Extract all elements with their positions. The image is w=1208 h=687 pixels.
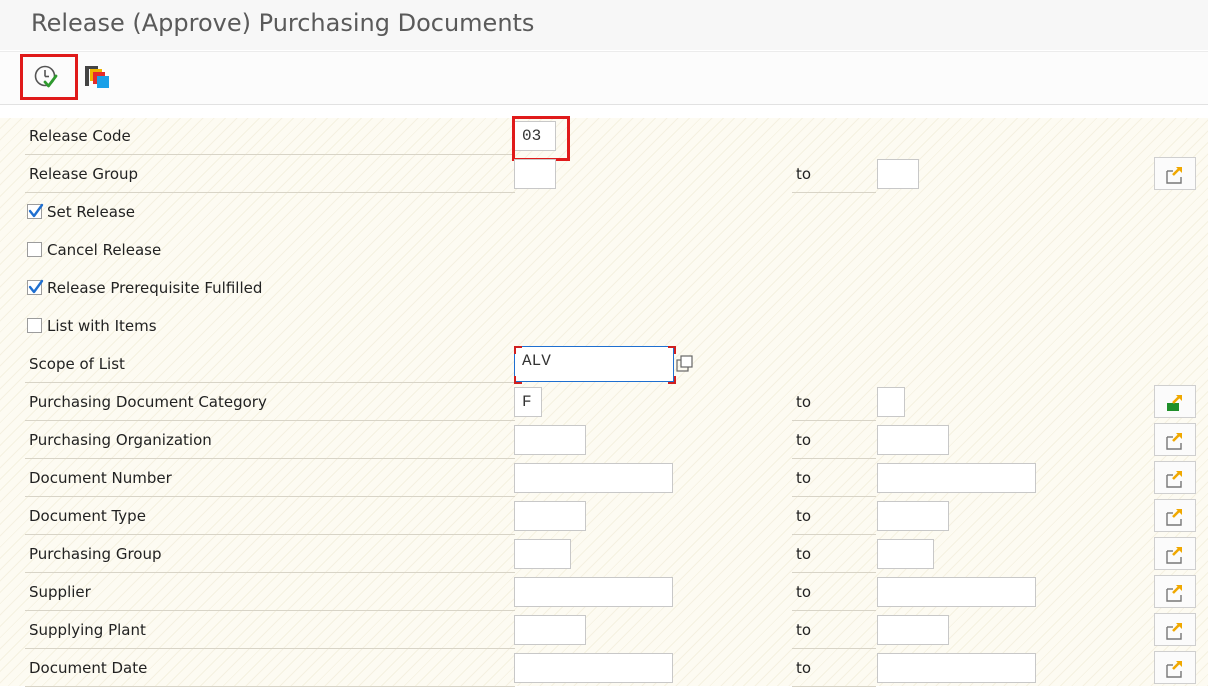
scope-of-list-field[interactable]: ALV	[514, 346, 674, 382]
doc-number-multiple-selection-button[interactable]	[1154, 461, 1196, 494]
to-label: to	[796, 659, 812, 677]
focus-corner	[514, 346, 522, 354]
purch-group-from-field[interactable]	[514, 539, 571, 569]
list-with-items-checkbox[interactable]	[27, 318, 42, 333]
purch-group-to-field[interactable]	[877, 539, 934, 569]
doc-type-from-field[interactable]	[514, 501, 586, 531]
doc-number-label: Document Number	[29, 469, 172, 487]
execute-clock-check-icon	[34, 65, 58, 88]
row-list-with-items: List with Items	[0, 307, 1208, 345]
row-doc-date: Document Date to	[0, 649, 1208, 687]
row-release-code: Release Code 03	[0, 117, 1208, 155]
toolbar	[0, 51, 1208, 105]
to-label: to	[796, 507, 812, 525]
variant-button[interactable]	[82, 60, 118, 96]
supplier-multiple-selection-button[interactable]	[1154, 575, 1196, 608]
to-label: to	[796, 469, 812, 487]
supplying-plant-multiple-selection-button[interactable]	[1154, 613, 1196, 646]
scope-of-list-value-help-button[interactable]	[676, 355, 694, 373]
cancel-release-label: Cancel Release	[47, 241, 162, 259]
row-purch-org: Purchasing Organization to	[0, 421, 1208, 459]
release-group-to-field[interactable]	[877, 159, 919, 189]
multiple-selection-icon	[1166, 661, 1182, 678]
doc-date-to-field[interactable]	[877, 653, 1036, 683]
row-purch-group: Purchasing Group to	[0, 535, 1208, 573]
multiple-selection-icon	[1166, 585, 1182, 602]
purch-org-from-field[interactable]	[514, 425, 586, 455]
doc-type-to-field[interactable]	[877, 501, 949, 531]
row-supplying-plant: Supplying Plant to	[0, 611, 1208, 649]
purch-doc-category-from-field[interactable]: F	[514, 387, 542, 417]
purch-org-multiple-selection-button[interactable]	[1154, 423, 1196, 456]
value-help-icon	[676, 355, 693, 372]
purch-group-label: Purchasing Group	[29, 545, 162, 563]
to-label: to	[796, 165, 812, 183]
page-title: Release (Approve) Purchasing Documents	[31, 9, 535, 37]
row-supplier: Supplier to	[0, 573, 1208, 611]
to-label: to	[796, 621, 812, 639]
supplying-plant-from-field[interactable]	[514, 615, 586, 645]
to-label: to	[796, 393, 812, 411]
row-scope-of-list: Scope of List ALV	[0, 345, 1208, 383]
to-label: to	[796, 545, 812, 563]
multiple-selection-icon	[1166, 547, 1182, 564]
doc-type-label: Document Type	[29, 507, 146, 525]
execute-button[interactable]	[29, 60, 65, 96]
doc-type-multiple-selection-button[interactable]	[1154, 499, 1196, 532]
release-prerequisite-checkbox[interactable]	[27, 279, 44, 295]
set-release-label: Set Release	[47, 203, 136, 221]
checkmark-icon	[28, 203, 44, 218]
purch-doc-category-to-field[interactable]	[877, 387, 905, 417]
title-bar: Release (Approve) Purchasing Documents	[0, 0, 1208, 50]
row-doc-number: Document Number to	[0, 459, 1208, 497]
supplier-to-field[interactable]	[877, 577, 1036, 607]
supplier-label: Supplier	[29, 583, 91, 601]
doc-date-multiple-selection-button[interactable]	[1154, 651, 1196, 684]
multiple-selection-icon	[1166, 471, 1182, 488]
purch-doc-category-multiple-selection-button[interactable]	[1154, 385, 1196, 418]
to-label: to	[796, 431, 812, 449]
release-prerequisite-label: Release Prerequisite Fulfilled	[47, 279, 263, 297]
row-cancel-release: Cancel Release	[0, 231, 1208, 269]
scope-of-list-label: Scope of List	[29, 355, 125, 373]
purch-doc-category-label: Purchasing Document Category	[29, 393, 267, 411]
supplier-from-field[interactable]	[514, 577, 673, 607]
doc-date-from-field[interactable]	[514, 653, 673, 683]
row-release-prerequisite: Release Prerequisite Fulfilled	[0, 269, 1208, 307]
purch-org-to-field[interactable]	[877, 425, 949, 455]
release-group-multiple-selection-button[interactable]	[1154, 157, 1196, 190]
cancel-release-checkbox[interactable]	[27, 242, 42, 257]
release-code-field[interactable]: 03	[514, 121, 556, 151]
checkmark-icon	[28, 279, 44, 294]
doc-number-from-field[interactable]	[514, 463, 673, 493]
to-label: to	[796, 583, 812, 601]
focus-corner	[668, 346, 676, 354]
multiple-selection-icon	[1166, 509, 1182, 526]
doc-date-label: Document Date	[29, 659, 148, 677]
supplying-plant-label: Supplying Plant	[29, 621, 146, 639]
multiple-selection-icon	[1166, 433, 1182, 450]
row-purch-doc-category: Purchasing Document Category F to	[0, 383, 1208, 421]
multiple-selection-active-icon	[1167, 395, 1182, 411]
purch-org-label: Purchasing Organization	[29, 431, 212, 449]
doc-number-to-field[interactable]	[877, 463, 1036, 493]
multiple-selection-icon	[1166, 167, 1182, 184]
release-code-label: Release Code	[29, 127, 131, 145]
release-group-label: Release Group	[29, 165, 139, 183]
set-release-checkbox[interactable]	[27, 203, 44, 219]
multiple-selection-icon	[1166, 623, 1182, 640]
row-set-release: Set Release	[0, 193, 1208, 231]
multi-window-icon	[85, 66, 109, 88]
row-doc-type: Document Type to	[0, 497, 1208, 535]
release-group-from-field[interactable]	[514, 159, 556, 189]
supplying-plant-to-field[interactable]	[877, 615, 949, 645]
row-release-group: Release Group to	[0, 155, 1208, 193]
purch-group-multiple-selection-button[interactable]	[1154, 537, 1196, 570]
list-with-items-label: List with Items	[47, 317, 157, 335]
